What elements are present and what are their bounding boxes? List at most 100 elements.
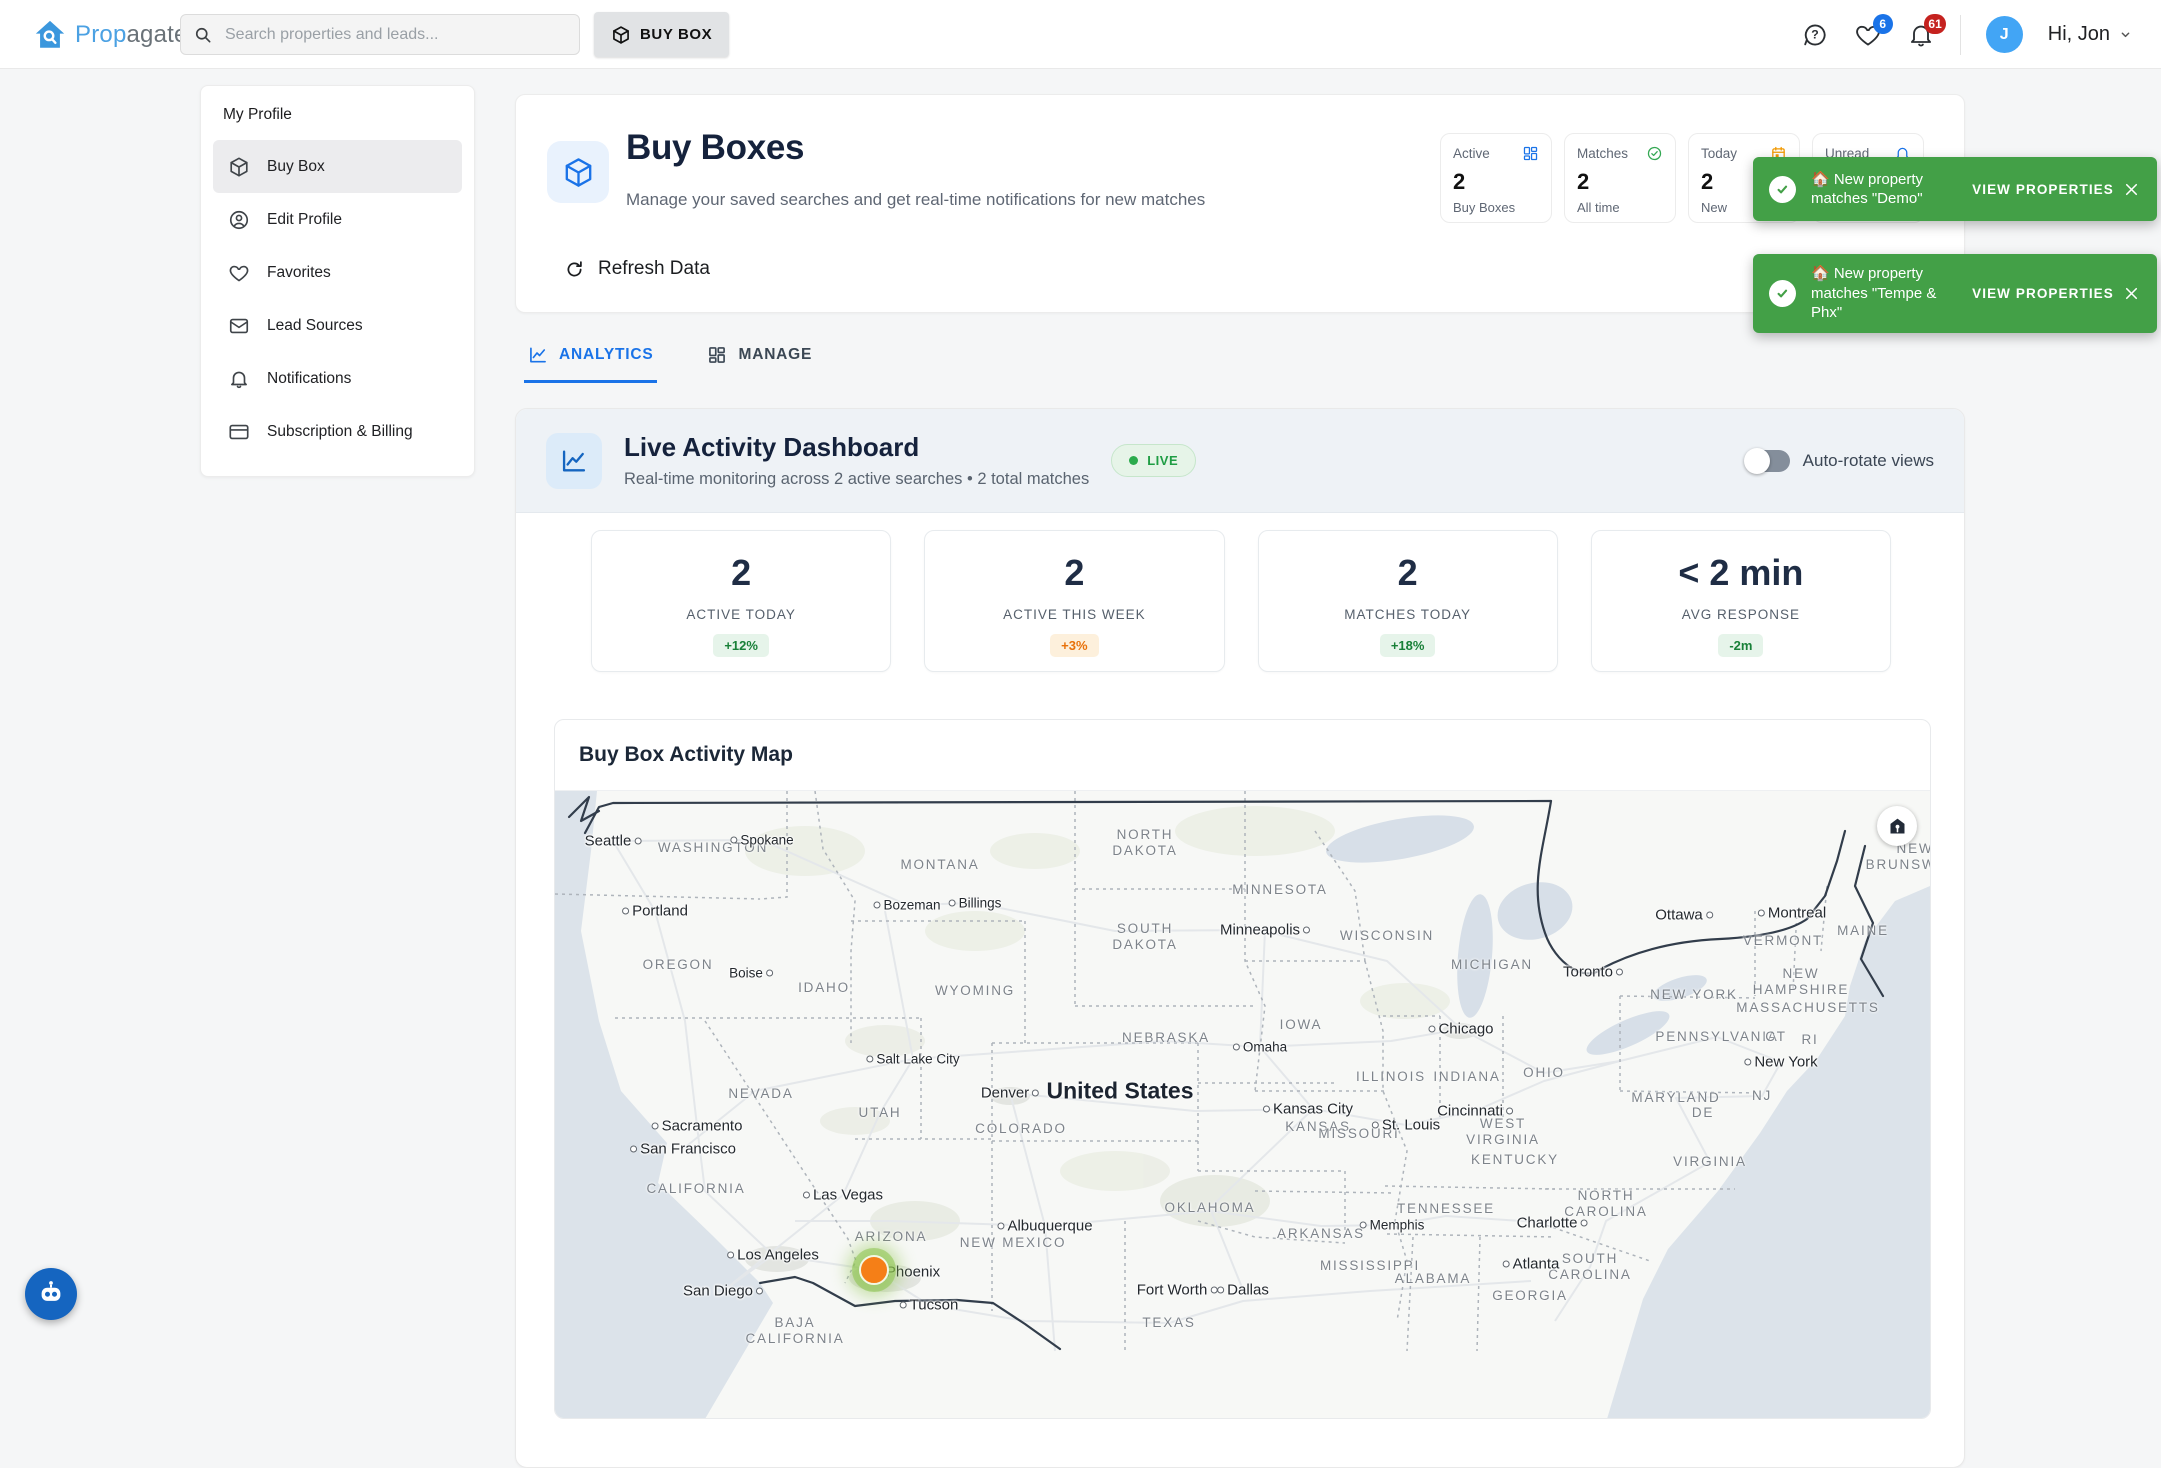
view-properties-button[interactable]: VIEW PROPERTIES — [1972, 286, 2114, 301]
city-dot-icon — [900, 1302, 907, 1309]
stat-card-avg-response: < 2 min AVG RESPONSE -2m — [1591, 530, 1891, 672]
check-circle-icon — [1769, 176, 1796, 203]
box-icon — [228, 156, 250, 178]
svg-text:?: ? — [1811, 27, 1818, 41]
city-dot-icon — [1616, 969, 1623, 976]
city-label-cincinnati: Cincinnati — [1437, 1103, 1513, 1120]
sidebar-item-buy-box[interactable]: Buy Box — [213, 140, 462, 193]
city-dot-icon — [756, 1288, 763, 1295]
notifications-badge: 61 — [1924, 14, 1945, 34]
city-dot-icon — [1303, 927, 1310, 934]
city-dot-icon — [727, 1252, 734, 1259]
state-label-georgia: GEORGIA — [1492, 1288, 1568, 1304]
refresh-data-button[interactable]: Refresh Data — [558, 257, 716, 281]
city-dot-icon — [1758, 910, 1765, 917]
city-label-portland: Portland — [622, 903, 688, 920]
state-label-ri: RI — [1801, 1032, 1818, 1048]
stat-value: 2 — [1259, 552, 1557, 594]
city-dot-icon — [1263, 1106, 1270, 1113]
city-label-kansas-city: Kansas City — [1263, 1101, 1353, 1118]
tab-manage[interactable]: MANAGE — [703, 337, 816, 383]
state-label-california: CALIFORNIA — [646, 1181, 745, 1197]
close-icon[interactable] — [2122, 284, 2141, 303]
city-dot-icon — [1503, 1261, 1510, 1268]
city-label-boise: Boise — [729, 966, 773, 981]
refresh-icon — [564, 259, 585, 280]
robot-icon — [36, 1279, 66, 1309]
chart-icon — [528, 345, 548, 365]
chip-sublabel: All time — [1577, 200, 1663, 215]
city-dot-icon — [1360, 1222, 1367, 1229]
notifications-button[interactable]: 61 — [1907, 21, 1935, 49]
favorites-button[interactable]: 6 — [1854, 21, 1882, 49]
state-label-wisconsin: WISCONSIN — [1340, 928, 1434, 944]
sidebar-item-favorites[interactable]: Favorites — [213, 246, 462, 299]
stat-label: MATCHES TODAY — [1259, 607, 1557, 622]
line-chart-icon — [546, 433, 602, 489]
dashboard-title: Live Activity Dashboard — [624, 432, 1089, 463]
city-dot-icon — [766, 970, 773, 977]
city-dot-icon — [1217, 1287, 1224, 1294]
chip-label: Today — [1701, 146, 1737, 161]
state-label-maine: MAINE — [1837, 923, 1889, 939]
activity-map[interactable]: WASHINGTONOREGONIDAHOMONTANANORTH DAKOTA… — [555, 791, 1930, 1419]
dashboard-subtitle: Real-time monitoring across 2 active sea… — [624, 470, 1089, 489]
state-label-montana: MONTANA — [900, 857, 979, 873]
user-menu[interactable]: Hi, Jon — [2048, 23, 2133, 46]
sidebar-item-edit-profile[interactable]: Edit Profile — [213, 193, 462, 246]
city-dot-icon — [730, 837, 737, 844]
stat-delta-badge: +18% — [1380, 634, 1436, 657]
sidebar-item-label: Lead Sources — [267, 317, 363, 335]
auto-rotate-toggle[interactable] — [1746, 450, 1790, 472]
city-label-san-francisco: San Francisco — [630, 1141, 736, 1158]
city-label-bozeman: Bozeman — [873, 898, 940, 913]
city-dot-icon — [866, 1056, 873, 1063]
close-icon[interactable] — [2122, 180, 2141, 199]
sidebar-item-notifications[interactable]: Notifications — [213, 352, 462, 405]
city-label-spokane: Spokane — [730, 833, 793, 848]
state-label-west-virginia: WEST VIRGINIA — [1466, 1116, 1540, 1148]
app-logo[interactable]: Propagate — [33, 0, 188, 69]
greeting-text: Hi, Jon — [2048, 23, 2110, 46]
sidebar-item-label: Favorites — [267, 264, 331, 282]
country-label: United States — [1047, 1078, 1194, 1105]
help-chat-button[interactable]: ? — [1801, 21, 1829, 49]
chip-label: Matches — [1577, 146, 1628, 161]
city-dot-icon — [1372, 1122, 1379, 1129]
map-home-button[interactable] — [1877, 806, 1917, 846]
sidebar-title: My Profile — [223, 106, 452, 124]
tab-label: MANAGE — [738, 346, 812, 364]
city-label-atlanta: Atlanta — [1503, 1256, 1560, 1273]
city-dot-icon — [873, 902, 880, 909]
logo-house-search-icon — [33, 18, 67, 52]
city-dot-icon — [622, 908, 629, 915]
city-dot-icon — [803, 1192, 810, 1199]
city-dot-icon — [949, 900, 956, 907]
city-label-fort-worth: Fort Worth — [1137, 1282, 1218, 1299]
state-label-nevada: NEVADA — [728, 1086, 793, 1102]
sidebar-item-subscription-billing[interactable]: Subscription & Billing — [213, 405, 462, 458]
buy-box-button[interactable]: BUY BOX — [594, 12, 729, 57]
search-input[interactable] — [223, 25, 567, 45]
chatbot-fab[interactable] — [25, 1268, 77, 1320]
state-label-south-carolina: SOUTH CAROLINA — [1548, 1251, 1631, 1283]
city-dot-icon — [1706, 912, 1713, 919]
state-label-nebraska: NEBRASKA — [1122, 1030, 1210, 1046]
stat-delta-badge: +12% — [713, 634, 769, 657]
phoenix-activity-marker[interactable] — [859, 1255, 889, 1285]
view-properties-button[interactable]: VIEW PROPERTIES — [1972, 182, 2114, 197]
chip-value: 2 — [1577, 169, 1663, 195]
sidebar-item-lead-sources[interactable]: Lead Sources — [213, 299, 462, 352]
stat-delta-badge: +3% — [1050, 634, 1098, 657]
city-label-billings: Billings — [949, 896, 1002, 911]
city-label-los-angeles: Los Angeles — [727, 1247, 819, 1264]
city-dot-icon — [1233, 1044, 1240, 1051]
toast-message: 🏠 New property matches "Demo" — [1811, 170, 1960, 209]
city-label-ottawa: Ottawa — [1655, 907, 1713, 924]
state-label-north-dakota: NORTH DAKOTA — [1112, 827, 1177, 859]
live-activity-header: Live Activity Dashboard Real-time monito… — [516, 409, 1964, 513]
state-label-new-hampshire: NEW HAMPSHIRE — [1753, 966, 1849, 998]
tab-analytics[interactable]: ANALYTICS — [524, 337, 657, 383]
global-search — [180, 14, 580, 55]
avatar[interactable]: J — [1986, 16, 2023, 53]
